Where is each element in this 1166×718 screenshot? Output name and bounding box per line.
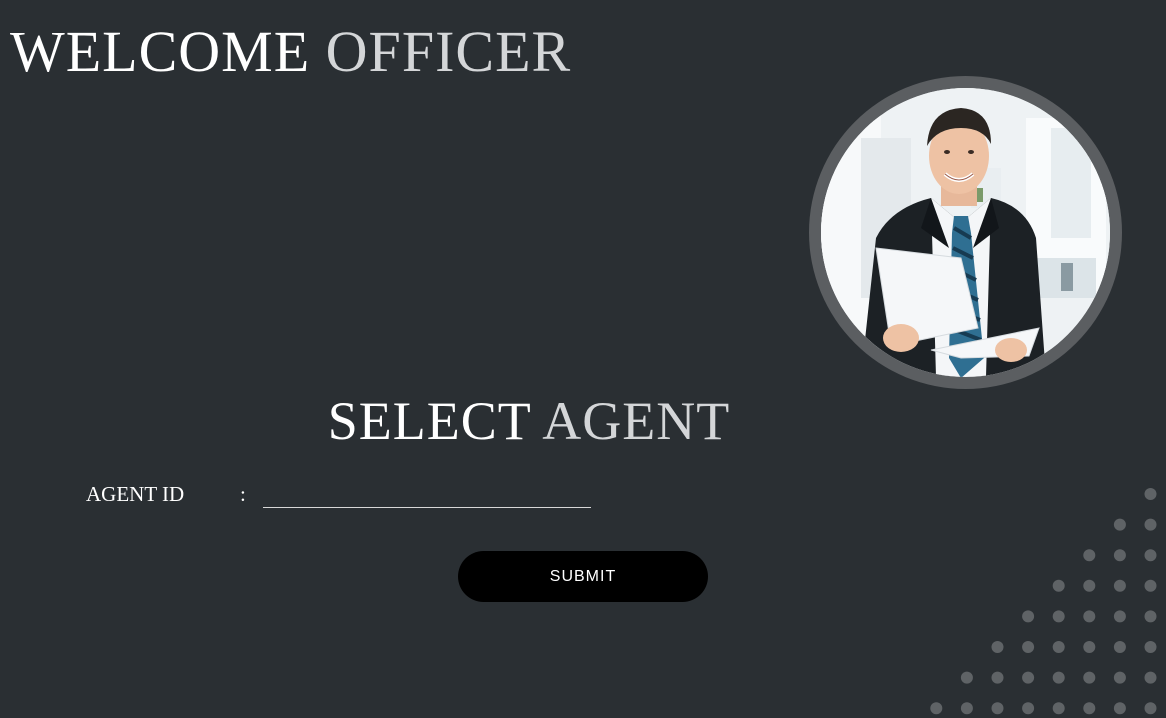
pattern-dot <box>1144 518 1157 531</box>
pattern-dot <box>1144 641 1157 653</box>
pattern-dot <box>1022 641 1035 653</box>
pattern-dot <box>1022 671 1035 684</box>
businessman-image <box>821 88 1110 377</box>
pattern-dot <box>1113 518 1126 531</box>
pattern-dot <box>960 702 973 715</box>
welcome-title: WELCOME OFFICER <box>10 18 571 86</box>
pattern-dot <box>1113 641 1126 653</box>
pattern-dot <box>1144 488 1157 500</box>
pattern-dot <box>930 702 943 715</box>
pattern-dot <box>1083 671 1096 684</box>
pattern-dot <box>1113 610 1126 623</box>
submit-button[interactable]: SUBMIT <box>458 551 708 602</box>
pattern-dot <box>991 702 1004 715</box>
select-agent-title-word-1: SELECT <box>327 391 531 451</box>
agent-id-label: AGENT ID <box>86 482 185 506</box>
select-agent-title: SELECT AGENT <box>0 388 1058 454</box>
pattern-dot <box>1052 610 1065 623</box>
agent-id-separator: : <box>240 482 246 506</box>
pattern-dot <box>1113 549 1126 562</box>
pattern-dot <box>1113 671 1126 684</box>
pattern-dot <box>1052 579 1065 592</box>
pattern-dot <box>1083 702 1096 715</box>
decorative-dot-pattern <box>930 488 1157 715</box>
pattern-dot <box>1083 579 1096 592</box>
pattern-dot <box>1052 671 1065 684</box>
pattern-dot <box>1113 702 1126 715</box>
welcome-title-word-2: OFFICER <box>325 19 572 84</box>
pattern-dot <box>1022 702 1035 715</box>
pattern-dot <box>1144 579 1157 592</box>
pattern-dot <box>1083 641 1096 653</box>
portrait-frame <box>809 76 1122 389</box>
pattern-dot <box>1052 641 1065 653</box>
pattern-dot <box>1022 610 1035 623</box>
welcome-title-word-1: WELCOME <box>10 19 311 84</box>
pattern-dot <box>1144 610 1157 623</box>
pattern-dot <box>991 641 1004 653</box>
pattern-dot <box>1113 579 1126 592</box>
agent-id-input[interactable] <box>263 478 591 508</box>
pattern-dot <box>1144 702 1157 715</box>
pattern-dot <box>960 671 973 684</box>
officer-portrait <box>821 88 1110 377</box>
pattern-dot <box>1052 702 1065 715</box>
pattern-dot <box>1083 610 1096 623</box>
pattern-dot <box>1083 549 1096 562</box>
pattern-dot <box>1144 549 1157 562</box>
officer-welcome-page: WELCOME OFFICER SELECT AGENT AGENT ID: … <box>0 0 1166 718</box>
pattern-dot <box>1144 671 1157 684</box>
pattern-dot <box>991 671 1004 684</box>
select-agent-title-word-2: AGENT <box>542 391 731 451</box>
